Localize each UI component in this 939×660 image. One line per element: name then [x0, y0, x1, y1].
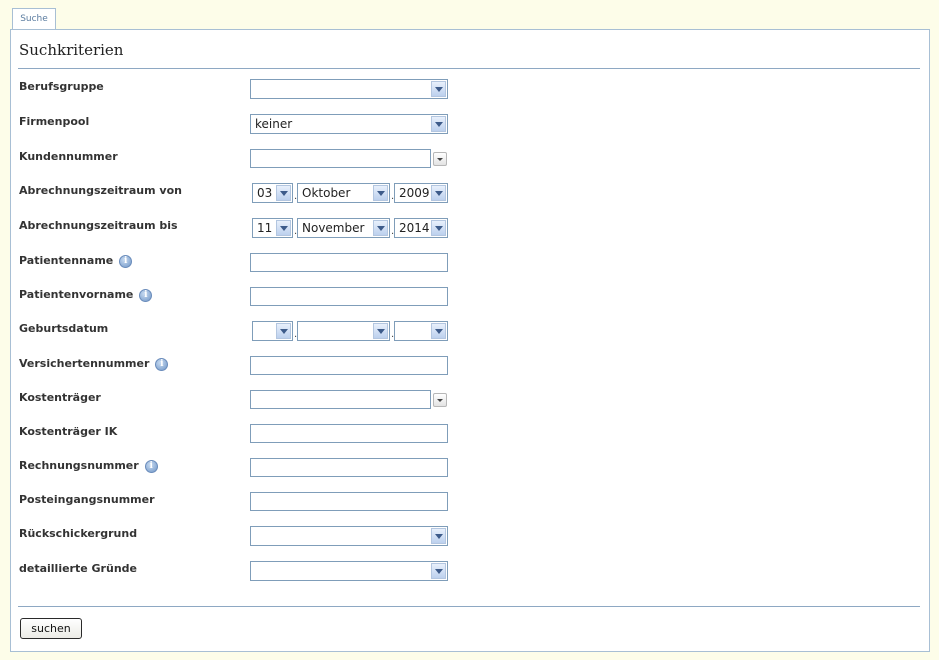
zeitraum-bis-year-select[interactable]: 2014	[394, 218, 448, 238]
chevron-down-icon	[373, 185, 388, 201]
zeitraum-bis-day-select[interactable]: 11	[252, 218, 293, 238]
berufsgruppe-label: Berufsgruppe	[19, 80, 104, 93]
versichertennummer-label: Versichertennummer i	[19, 356, 169, 376]
berufsgruppe-select[interactable]	[250, 79, 448, 99]
kundennummer-label: Kundennummer	[19, 150, 118, 163]
geburtsdatum-label: Geburtsdatum	[19, 322, 109, 335]
chevron-down-icon	[373, 220, 388, 236]
detaillierte-gruende-label: detaillierte Gründe	[19, 562, 137, 575]
search-button[interactable]: suchen	[20, 618, 82, 639]
info-icon[interactable]: i	[139, 288, 153, 302]
kostentraeger-ik-label: Kostenträger IK	[19, 425, 118, 438]
posteingangsnummer-label: Posteingangsnummer	[19, 493, 155, 506]
rechnungsnummer-label-text: Rechnungsnummer	[19, 459, 139, 472]
info-icon[interactable]: i	[119, 254, 133, 268]
footer-divider	[18, 606, 920, 607]
chevron-down-icon	[431, 323, 446, 339]
patientenname-label-text: Patientenname	[19, 254, 114, 267]
firmenpool-label: Firmenpool	[19, 115, 90, 128]
zeitraum-bis-month-value: November	[302, 221, 365, 235]
zeitraum-bis-month-select[interactable]: November	[297, 218, 390, 238]
chevron-down-icon	[373, 323, 388, 339]
zeitraum-von-month-select[interactable]: Oktober	[297, 183, 390, 203]
chevron-down-icon	[431, 116, 446, 132]
zeitraum-bis-label: Abrechnungszeitraum bis	[19, 219, 178, 232]
kostentraeger-ik-input[interactable]	[250, 424, 448, 443]
patientenname-label: Patientenname i	[19, 253, 133, 273]
firmenpool-select[interactable]: keiner	[250, 114, 448, 134]
chevron-down-icon	[431, 185, 446, 201]
info-icon[interactable]: i	[144, 459, 158, 473]
zeitraum-von-day-value: 03	[257, 186, 273, 200]
tab-suche[interactable]: Suche	[12, 8, 56, 29]
rechnungsnummer-input[interactable]	[250, 458, 448, 477]
patientenvorname-label: Patientenvorname i	[19, 287, 153, 307]
patientenvorname-label-text: Patientenvorname	[19, 288, 134, 301]
zeitraum-von-day-select[interactable]: 03	[252, 183, 293, 203]
zeitraum-bis-day-value: 11	[257, 221, 273, 235]
panel-title: Suchkriterien	[19, 41, 124, 59]
patientenname-input[interactable]	[250, 253, 448, 272]
zeitraum-von-year-select[interactable]: 2009	[394, 183, 448, 203]
chevron-down-icon	[431, 220, 446, 236]
firmenpool-value: keiner	[255, 117, 293, 131]
versichertennummer-input[interactable]	[250, 356, 448, 375]
posteingangsnummer-input[interactable]	[250, 492, 448, 511]
geburtsdatum-year-select[interactable]	[394, 321, 448, 341]
chevron-down-icon	[431, 528, 446, 544]
search-criteria-panel: Suchkriterien Berufsgruppe Firmenpool ke…	[10, 29, 930, 652]
zeitraum-von-year-value: 2009	[399, 186, 430, 200]
kostentraeger-label: Kostenträger	[19, 391, 101, 404]
patientenvorname-input[interactable]	[250, 287, 448, 306]
kostentraeger-combo-input[interactable]	[250, 390, 431, 409]
zeitraum-von-label: Abrechnungszeitraum von	[19, 184, 182, 197]
geburtsdatum-month-select[interactable]	[297, 321, 390, 341]
info-icon[interactable]: i	[155, 357, 169, 371]
geburtsdatum-day-select[interactable]	[252, 321, 293, 341]
versichertennummer-label-text: Versichertennummer	[19, 357, 150, 370]
chevron-down-icon	[276, 220, 291, 236]
chevron-down-icon	[431, 81, 446, 97]
kostentraeger-dropdown-button[interactable]	[433, 393, 447, 407]
zeitraum-von-month-value: Oktober	[302, 186, 351, 200]
detaillierte-gruende-select[interactable]	[250, 561, 448, 581]
rechnungsnummer-label: Rechnungsnummer i	[19, 458, 158, 478]
rueckschickergrund-label: Rückschickergrund	[19, 527, 138, 540]
zeitraum-bis-year-value: 2014	[399, 221, 430, 235]
kundennummer-dropdown-button[interactable]	[433, 152, 447, 166]
title-divider	[18, 68, 920, 69]
chevron-down-icon	[276, 323, 291, 339]
chevron-down-icon	[276, 185, 291, 201]
kundennummer-combo-input[interactable]	[250, 149, 431, 168]
rueckschickergrund-select[interactable]	[250, 526, 448, 546]
chevron-down-icon	[431, 563, 446, 579]
